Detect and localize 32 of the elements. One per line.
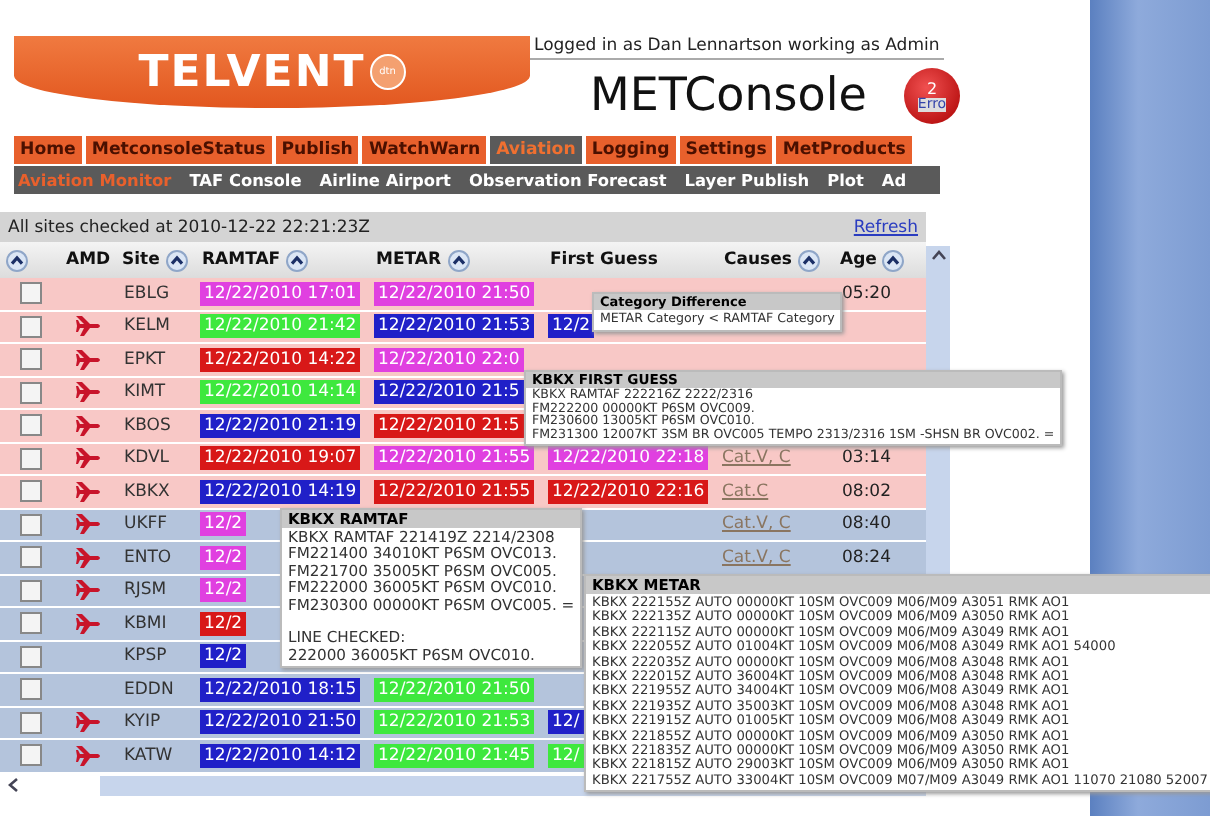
site-code: KBKX [122, 481, 170, 502]
site-code: KIMT [122, 382, 166, 403]
site-code: ENTO [122, 547, 172, 568]
column-header: AMD [66, 250, 111, 270]
site-code: KDVL [122, 448, 170, 469]
age-value: 08:24 [840, 547, 891, 568]
status-text: All sites checked at 2010-12-22 22:21:23Z [8, 217, 370, 237]
site-code: KBOS [122, 415, 171, 436]
site-code: KELM [122, 316, 171, 337]
site-code: EBLG [122, 283, 170, 304]
age-value: 05:20 [840, 283, 891, 304]
site-code: KPSP [122, 646, 167, 667]
age-value: 03:14 [840, 448, 891, 469]
column-header: Age [840, 250, 877, 270]
site-code: UKFF [122, 514, 168, 535]
age-value: 08:40 [840, 514, 891, 535]
login-status: Logged in as Dan Lennartson working as Admin [530, 36, 944, 60]
column-header: First Guess [550, 250, 658, 270]
error-count: 2 [926, 81, 938, 97]
column-header: RAMTAF [202, 250, 281, 270]
site-code: EDDN [122, 679, 174, 700]
age-value: 08:02 [840, 481, 891, 502]
site-code: EPKT [122, 349, 166, 370]
column-header: Site [122, 250, 160, 270]
site-code: KATW [122, 745, 173, 766]
logo-text: TELVENT [138, 47, 366, 97]
site-code: KYIP [122, 712, 161, 733]
column-header: Causes [724, 250, 792, 270]
site-code: RJSM [122, 580, 167, 601]
app-title: METConsole [590, 70, 869, 122]
site-code: KBMI [122, 613, 167, 634]
column-header: METAR [376, 250, 442, 270]
